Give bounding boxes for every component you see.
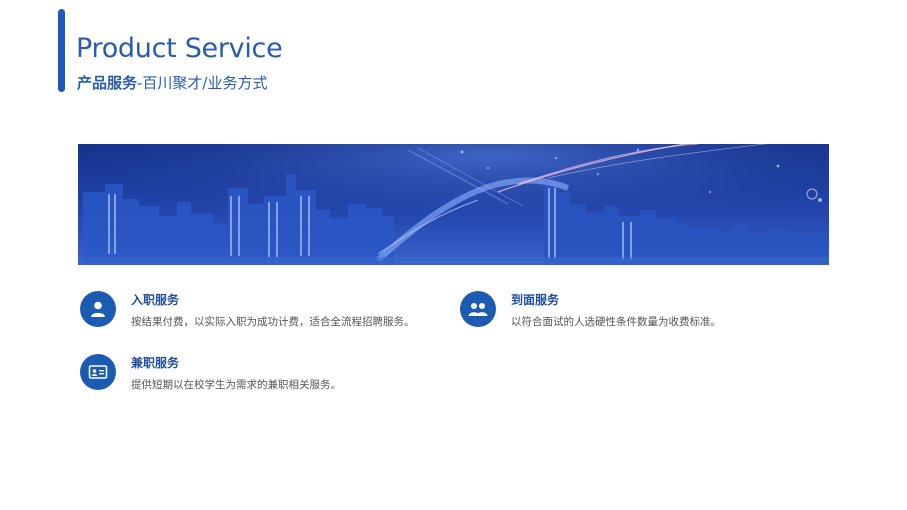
feature-title: 兼职服务 [131,356,180,370]
feature-description: 按结果付费，以实际入职为成功计费，适合全流程招聘服务。 [131,316,415,328]
feature-interview-service: 到面服务 以符合面试的人选硬性条件数量为收费标准。 [460,291,840,331]
feature-description: 提供短期以在校学生为需求的兼职相关服务。 [131,379,341,391]
page-subtitle: 产品服务-百川聚才/业务方式 [77,74,267,92]
feature-description: 以符合面试的人选硬性条件数量为收费标准。 [511,316,721,328]
id-card-icon [80,354,116,390]
page-title: Product Service [76,33,283,64]
feature-title: 入职服务 [131,293,180,307]
feature-title: 到面服务 [511,293,560,307]
subtitle-rest: -百川聚才/业务方式 [137,74,268,92]
subtitle-bold: 产品服务 [77,74,138,92]
city-banner-image [78,144,829,265]
feature-parttime-service: 兼职服务 提供短期以在校学生为需求的兼职相关服务。 [80,354,460,394]
title-accent-bar [58,9,65,92]
user-icon [80,291,116,327]
feature-onboarding-service: 入职服务 按结果付费，以实际入职为成功计费，适合全流程招聘服务。 [80,291,460,331]
two-users-icon [460,291,496,327]
